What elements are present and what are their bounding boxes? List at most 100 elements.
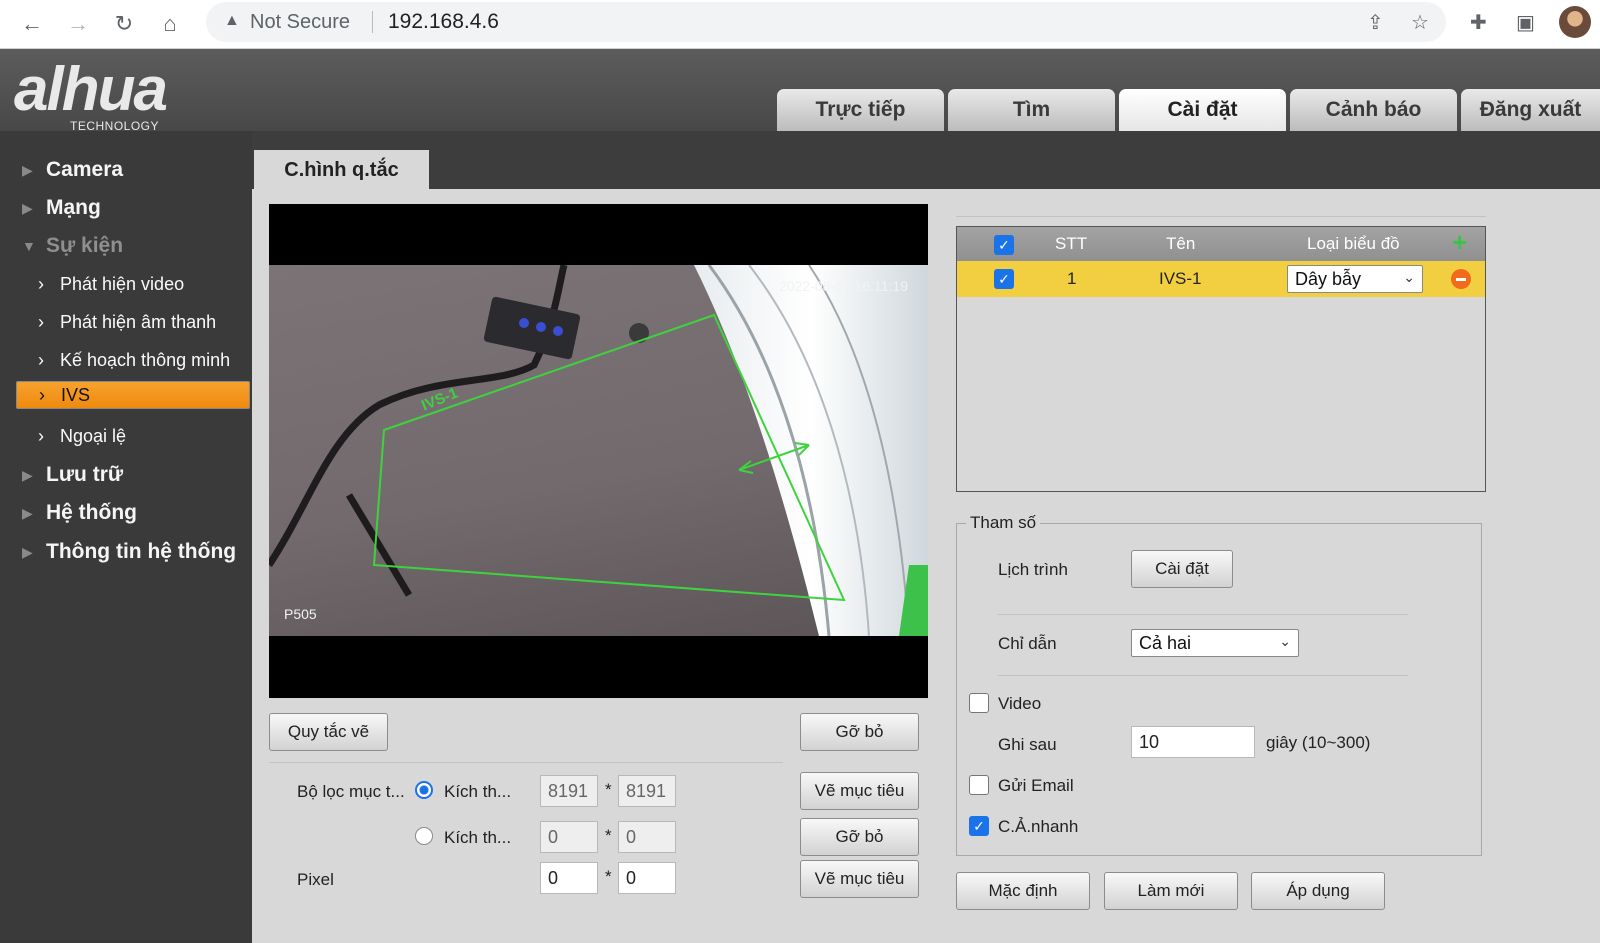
- sidebar-item-event[interactable]: ▼ Sự kiện: [0, 229, 252, 263]
- chevron-right-icon: ›: [38, 425, 44, 446]
- draw-rule-button[interactable]: Quy tắc vẽ: [269, 713, 388, 751]
- max-width-field[interactable]: 8191: [540, 775, 598, 807]
- logo-wordmark: alhua: [14, 55, 168, 124]
- collapse-triangle-icon: ▼: [22, 238, 36, 254]
- schedule-settings-button[interactable]: Cài đặt: [1131, 550, 1233, 588]
- min-size-label: Kích th...: [444, 828, 512, 847]
- tab-alarm[interactable]: Cảnh báo: [1290, 89, 1457, 131]
- tab-search[interactable]: Tìm: [948, 89, 1115, 131]
- tab-rule-config[interactable]: C.hình q.tắc: [254, 150, 429, 190]
- video-label: Video: [998, 694, 1042, 713]
- direction-value: Cả hai: [1139, 632, 1192, 653]
- max-size-label: Kích th...: [444, 782, 512, 801]
- scene-drawing: [269, 265, 928, 636]
- record-after-unit: giây (10~300): [1266, 733, 1371, 752]
- bookmark-star-icon[interactable]: ☆: [1411, 10, 1429, 35]
- sidebar-item-system-info[interactable]: ▶ Thông tin hệ thống: [0, 535, 252, 569]
- profile-avatar[interactable]: [1559, 6, 1591, 38]
- tab-settings[interactable]: Cài đặt: [1119, 89, 1286, 131]
- expand-triangle-icon: ▶: [22, 161, 33, 178]
- url-text[interactable]: 192.168.4.6: [388, 10, 499, 34]
- sidebar-subitem-audio-detect[interactable]: › Phát hiện âm thanh: [16, 305, 250, 339]
- forward-icon[interactable]: →: [63, 9, 93, 39]
- rule-table: ✓ STT Tên Loại biểu đồ + ✓ 1 IVS-1 Dây b…: [956, 226, 1486, 492]
- back-icon[interactable]: ←: [17, 9, 47, 39]
- extensions-icon[interactable]: ✚: [1470, 10, 1487, 35]
- share-icon[interactable]: ⇪: [1367, 10, 1384, 35]
- reload-icon[interactable]: ↻: [109, 9, 139, 39]
- sidebar-item-storage[interactable]: ▶ Lưu trữ: [0, 458, 252, 492]
- draw-target-button-pixel[interactable]: Vẽ mục tiêu: [800, 860, 919, 898]
- row-checkbox[interactable]: ✓: [994, 269, 1014, 289]
- snapshot-checkbox[interactable]: ✓: [969, 816, 989, 836]
- remove-rule-button[interactable]: Gỡ bỏ: [800, 713, 919, 751]
- delete-rule-icon[interactable]: [1451, 269, 1471, 289]
- chevron-right-icon: ›: [38, 273, 44, 294]
- expand-triangle-icon: ▶: [22, 199, 33, 216]
- target-filter-label: Bộ lọc mục t...: [297, 782, 405, 801]
- sidebar-item-network[interactable]: ▶ Mạng: [0, 191, 252, 225]
- refresh-button[interactable]: Làm mới: [1104, 872, 1238, 910]
- sidebar-item-label: Thông tin hệ thống: [46, 540, 237, 563]
- record-after-label: Ghi sau: [998, 735, 1057, 754]
- times-sign: *: [605, 826, 612, 845]
- sidebar-item-camera[interactable]: ▶ Camera: [0, 153, 252, 187]
- sidebar-item-label: Mạng: [46, 196, 101, 219]
- security-label: Not Secure: [250, 11, 351, 33]
- min-size-radio[interactable]: [415, 827, 433, 845]
- max-height-field[interactable]: 8191: [618, 775, 676, 807]
- pixel-height-field[interactable]: 0: [618, 862, 676, 894]
- row-index: 1: [1067, 269, 1077, 288]
- sidebar-item-label: Hệ thống: [46, 501, 137, 524]
- rule-type-select[interactable]: Dây bẫy ⌄: [1287, 265, 1423, 293]
- sidebar-subitem-label: Phát hiện âm thanh: [60, 311, 217, 332]
- send-email-label: Gửi Email: [998, 776, 1074, 795]
- select-all-checkbox[interactable]: ✓: [994, 235, 1014, 255]
- browser-toolbar: ← → ↻ ⌂ ▲ Not Secure 192.168.4.6 ⇪ ☆ ✚ ▣: [0, 0, 1600, 49]
- remove-target-button[interactable]: Gỡ bỏ: [800, 818, 919, 856]
- video-preview[interactable]: IVS-1 2022-08-07 16:11:19 P505: [269, 204, 928, 698]
- sidebar-subitem-video-detect[interactable]: › Phát hiện video: [16, 267, 250, 301]
- default-button[interactable]: Mặc định: [956, 872, 1090, 910]
- add-rule-icon[interactable]: +: [1452, 229, 1467, 255]
- record-after-field[interactable]: 10: [1131, 726, 1255, 758]
- sidebar-subitem-ivs[interactable]: › IVS: [16, 381, 250, 409]
- sidebar-subitem-label: Phát hiện video: [60, 273, 185, 294]
- camera-name-overlay: P505: [284, 606, 317, 622]
- send-email-checkbox[interactable]: [969, 775, 989, 795]
- min-height-field[interactable]: 0: [618, 821, 676, 853]
- chevron-right-icon: ›: [38, 311, 44, 332]
- apply-button[interactable]: Áp dụng: [1251, 872, 1385, 910]
- side-panel-icon[interactable]: ▣: [1516, 10, 1535, 35]
- tab-logout[interactable]: Đăng xuất: [1461, 89, 1600, 131]
- snapshot-label: C.Ả.nhanh: [998, 817, 1079, 836]
- pixel-width-field[interactable]: 0: [540, 862, 598, 894]
- sidebar-subitem-label: IVS: [61, 384, 91, 405]
- times-sign: *: [605, 780, 612, 799]
- address-bar[interactable]: ▲ Not Secure 192.168.4.6 ⇪ ☆: [206, 2, 1446, 42]
- draw-target-button-max[interactable]: Vẽ mục tiêu: [800, 772, 919, 810]
- sidebar-subitem-smart-plan[interactable]: › Kế hoạch thông minh: [16, 343, 250, 377]
- chevron-right-icon: ›: [38, 349, 44, 370]
- min-width-field[interactable]: 0: [540, 821, 598, 853]
- video-checkbox[interactable]: [969, 693, 989, 713]
- pixel-label: Pixel: [297, 870, 334, 889]
- sidebar-subitem-label: Ngoại lệ: [60, 425, 127, 446]
- expand-triangle-icon: ▶: [22, 504, 33, 521]
- direction-select[interactable]: Cả hai ⌄: [1131, 629, 1299, 657]
- tab-live[interactable]: Trực tiếp: [777, 89, 944, 131]
- max-size-radio[interactable]: [415, 781, 433, 799]
- times-sign: *: [605, 867, 612, 886]
- rule-table-header: ✓ STT Tên Loại biểu đồ +: [957, 227, 1485, 261]
- divider: [998, 614, 1408, 615]
- rule-type-value: Dây bẫy: [1295, 268, 1362, 289]
- table-row[interactable]: ✓ 1 IVS-1 Dây bẫy ⌄: [957, 261, 1485, 297]
- chevron-down-icon: ⌄: [1279, 633, 1291, 649]
- omnibox-divider: [372, 11, 373, 33]
- direction-label: Chỉ dẫn: [998, 634, 1057, 653]
- sidebar-subitem-exception[interactable]: › Ngoại lệ: [16, 419, 250, 453]
- app-header: alhua TECHNOLOGY Trực tiếp Tìm Cài đặt C…: [0, 49, 1600, 133]
- home-icon[interactable]: ⌂: [155, 9, 185, 39]
- sidebar-item-system[interactable]: ▶ Hệ thống: [0, 496, 252, 530]
- minus-icon: [1456, 277, 1466, 281]
